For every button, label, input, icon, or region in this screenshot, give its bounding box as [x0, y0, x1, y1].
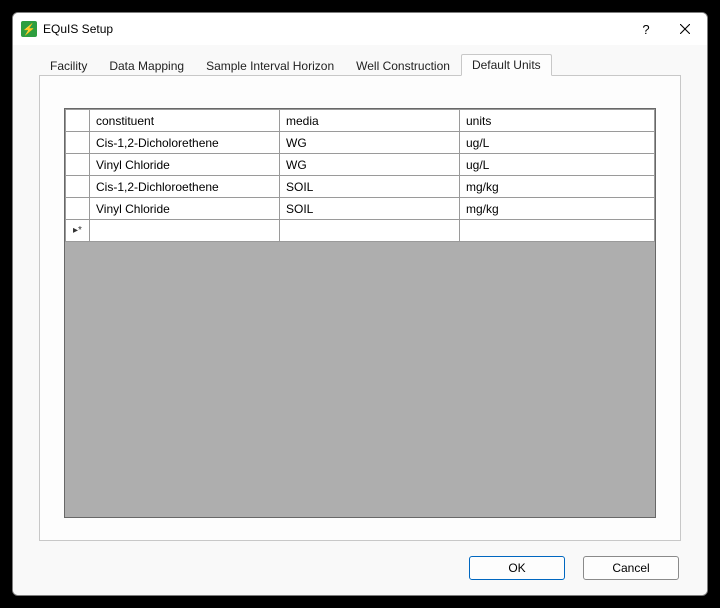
dialog-footer: OK Cancel — [13, 541, 707, 595]
cell-constituent[interactable]: Cis-1,2-Dichloroethene — [90, 176, 280, 198]
col-header-constituent[interactable]: constituent — [90, 110, 280, 132]
table-row[interactable]: Vinyl Chloride SOIL mg/kg — [66, 198, 655, 220]
titlebar: ⚡ EQuIS Setup ? — [13, 13, 707, 45]
dialog-window: ⚡ EQuIS Setup ? Facility Data Mapping Sa… — [12, 12, 708, 596]
client-area: Facility Data Mapping Sample Interval Ho… — [13, 45, 707, 541]
col-header-media[interactable]: media — [280, 110, 460, 132]
cell-units[interactable]: ug/L — [460, 154, 655, 176]
app-icon: ⚡ — [21, 21, 37, 37]
col-header-units[interactable]: units — [460, 110, 655, 132]
cell-units[interactable]: ug/L — [460, 132, 655, 154]
cell-units[interactable]: mg/kg — [460, 176, 655, 198]
tab-label: Sample Interval Horizon — [206, 59, 334, 73]
tab-panel-default-units: constituent media units Cis-1,2-Dicholor… — [39, 75, 681, 541]
cell-constituent[interactable] — [90, 220, 280, 242]
cell-media[interactable]: SOIL — [280, 198, 460, 220]
tab-well-construction[interactable]: Well Construction — [345, 55, 461, 76]
cell-media[interactable]: WG — [280, 154, 460, 176]
cancel-button[interactable]: Cancel — [583, 556, 679, 580]
row-header[interactable] — [66, 132, 90, 154]
new-row[interactable]: ▸* — [66, 220, 655, 242]
cell-media[interactable]: SOIL — [280, 176, 460, 198]
cell-units[interactable] — [460, 220, 655, 242]
cell-media[interactable] — [280, 220, 460, 242]
cell-constituent[interactable]: Vinyl Chloride — [90, 154, 280, 176]
grid-corner — [66, 110, 90, 132]
tab-label: Well Construction — [356, 59, 450, 73]
new-row-marker: ▸* — [66, 220, 90, 242]
tab-strip: Facility Data Mapping Sample Interval Ho… — [39, 53, 681, 75]
close-icon — [680, 24, 690, 34]
cell-constituent[interactable]: Vinyl Chloride — [90, 198, 280, 220]
row-header[interactable] — [66, 176, 90, 198]
tab-label: Data Mapping — [109, 59, 184, 73]
tab-label: Facility — [50, 59, 87, 73]
table-row[interactable]: Cis-1,2-Dicholorethene WG ug/L — [66, 132, 655, 154]
data-grid[interactable]: constituent media units Cis-1,2-Dicholor… — [64, 108, 656, 518]
tab-facility[interactable]: Facility — [39, 55, 98, 76]
table-row[interactable]: Cis-1,2-Dichloroethene SOIL mg/kg — [66, 176, 655, 198]
row-header[interactable] — [66, 154, 90, 176]
cell-media[interactable]: WG — [280, 132, 460, 154]
window-title: EQuIS Setup — [43, 22, 629, 36]
row-header[interactable] — [66, 198, 90, 220]
ok-button[interactable]: OK — [469, 556, 565, 580]
help-button[interactable]: ? — [629, 13, 663, 45]
tab-default-units[interactable]: Default Units — [461, 54, 552, 76]
cell-constituent[interactable]: Cis-1,2-Dicholorethene — [90, 132, 280, 154]
tab-sample-interval-horizon[interactable]: Sample Interval Horizon — [195, 55, 345, 76]
tab-label: Default Units — [472, 58, 541, 72]
tab-data-mapping[interactable]: Data Mapping — [98, 55, 195, 76]
grid-header-row: constituent media units — [66, 110, 655, 132]
close-button[interactable] — [663, 13, 707, 45]
cell-units[interactable]: mg/kg — [460, 198, 655, 220]
table-row[interactable]: Vinyl Chloride WG ug/L — [66, 154, 655, 176]
